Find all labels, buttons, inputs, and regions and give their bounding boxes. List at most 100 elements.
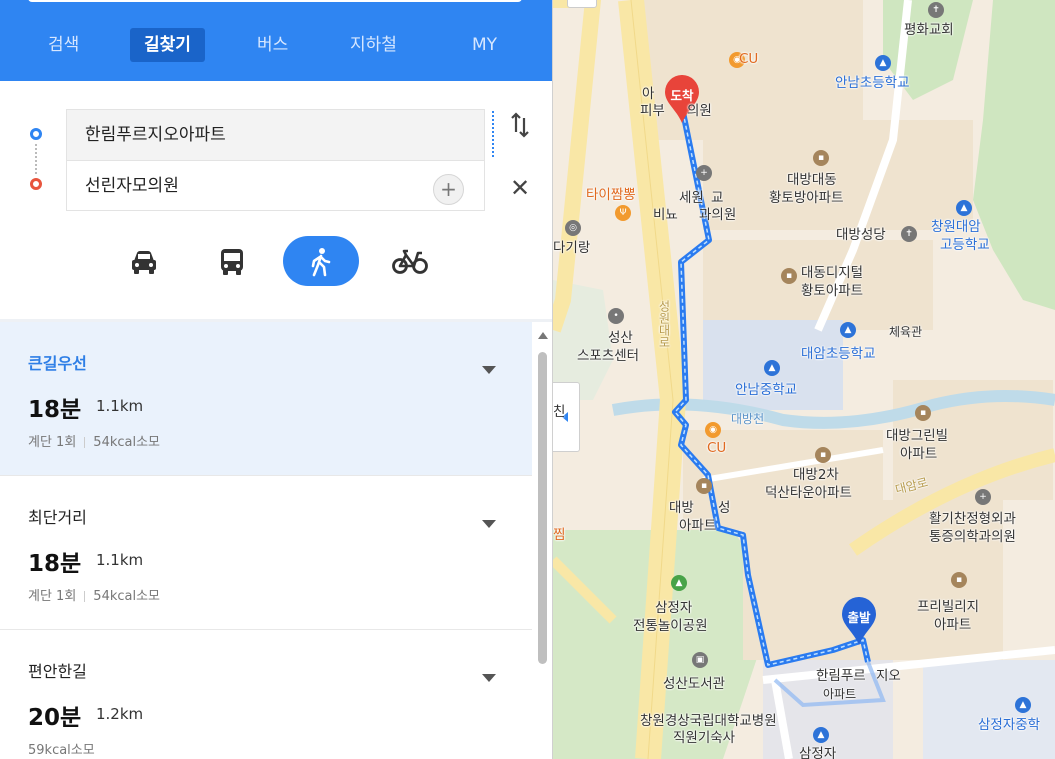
tab-bus[interactable]: 버스 [257,28,288,62]
map-label: 대동디지털 [801,265,864,281]
sports-facility-icon: • [608,308,624,324]
map-label: 활기찬정형외과 [929,511,1016,527]
map-label: 성산도서관 [663,676,726,692]
map-label: 대방천 [731,412,765,426]
car-icon [132,250,156,274]
mode-bus-button[interactable] [206,236,258,286]
route-option-card[interactable]: 큰길우선 18분 1.1km 계단 1회 54kcal소모 [0,322,532,476]
results-scrollbar[interactable] [536,330,548,759]
map-label: 프리빌리지 [917,599,980,615]
map-label: 세원 [679,190,704,206]
route-stairs: 계단 1회 [28,589,77,604]
bus-icon [221,248,243,275]
map-label: 성산 [608,330,633,346]
map-label: 창원경상국립대학교병원 [640,713,777,729]
map-label: 아파트 [823,687,857,701]
bicycle-icon [392,249,428,274]
route-option-title: 최단거리 [28,508,87,527]
route-duration: 20분 [28,705,82,731]
route-meta: 계단 1회 54kcal소모 [28,431,160,450]
map-label: 전통놀이공원 [633,618,708,634]
mode-car-button[interactable] [118,236,170,286]
map-label: 지오 [876,668,901,684]
swap-locations-button[interactable] [500,112,540,152]
meta-separator [84,437,86,448]
route-option-card[interactable]: 편안한길 20분 1.2km 59kcal소모 [0,630,532,759]
tab-my[interactable]: MY [472,28,497,62]
map-label: 평화교회 [904,22,954,38]
tab-subway[interactable]: 지하철 [350,28,397,62]
map-label: 아 [642,86,655,102]
map-base [553,0,1055,759]
map-label: 한림푸르 [816,668,866,684]
map-label: 과의원 [699,207,737,223]
school-icon: ▲ [813,727,829,743]
map-label: 고등학교 [940,237,990,253]
map-label: CU [707,440,727,456]
swap-divider [492,111,494,157]
map-label: 대방 [669,500,694,516]
apartment-icon: ▪ [696,478,712,494]
swap-icon [511,112,529,138]
map-control-stub[interactable] [567,0,597,8]
tab-search[interactable]: 검색 [48,28,79,62]
map-label: 황토아파트 [801,283,864,299]
map-label: 피부 [640,103,665,119]
apartment-icon: ▪ [915,405,931,421]
route-meta: 계단 1회 54kcal소모 [28,585,160,604]
apartment-icon: ▪ [815,447,831,463]
tab-directions[interactable]: 길찾기 [130,28,205,62]
church-icon: ✝ [928,2,944,18]
camera-icon: ◎ [565,220,581,236]
route-distance: 1.2km [96,705,144,723]
map-label: CU [739,51,759,67]
mode-walk-button[interactable] [283,236,359,286]
route-calories: 54kcal소모 [93,435,161,450]
school-icon: ▲ [875,55,891,71]
map-label: 대방그린빌 [886,428,949,444]
chevron-down-icon[interactable] [482,520,496,528]
apartment-icon: ▪ [781,268,797,284]
top-nav-bar: 검색 길찾기 버스 지하철 MY [0,0,552,81]
map-label: 아파트 [900,446,938,462]
map-label: 대방성당 [836,227,886,243]
search-box-edge[interactable] [28,0,522,2]
chevron-down-icon[interactable] [482,674,496,682]
apartment-icon: ▪ [951,572,967,588]
origin-marker[interactable]: 출발 [839,596,879,647]
map-label: 대방대동 [787,172,837,188]
route-stairs: 계단 1회 [28,435,77,450]
route-distance: 1.1km [96,397,144,415]
map-label: 안남중학교 [735,382,798,398]
map-label: 스포츠센터 [577,348,640,364]
map-view[interactable]: 도착 출발 ✝ ◉ ▲ + ▪ Ψ ◎ ✝ ▲ ▪ • ▲ ▲ ◉ ▪ ▪ ▪ … [553,0,1055,759]
map-label: 대암초등학교 [801,346,876,362]
map-label: 직원기숙사 [673,730,736,746]
restaurant-icon: Ψ [615,205,631,221]
map-label: 아파트 [934,617,972,633]
route-option-card[interactable]: 최단거리 18분 1.1km 계단 1회 54kcal소모 [0,476,532,630]
end-point-icon [30,178,42,190]
end-location-input[interactable]: 선린자모의원 [66,160,485,211]
map-label: 찜 [553,527,566,543]
map-label: 창원대암 [931,219,981,235]
map-label: 체육관 [889,325,923,339]
chevron-down-icon[interactable] [482,366,496,374]
start-location-input[interactable]: 한림푸르지오아파트 [66,109,485,160]
scrollbar-thumb[interactable] [538,352,547,664]
school-icon: ▲ [764,360,780,376]
route-duration: 18분 [28,551,82,577]
map-label: 다기랑 [553,240,591,256]
route-meta: 59kcal소모 [28,739,95,758]
park-icon: ▲ [671,575,687,591]
directions-panel: 검색 길찾기 버스 지하철 MY 한림푸르지오아파트 선린자모의원 + ✕ 큰길… [0,0,553,759]
route-option-title: 큰길우선 [28,354,87,373]
scroll-up-arrow-icon[interactable] [538,332,548,339]
clear-route-button[interactable]: ✕ [500,168,540,208]
library-icon: ▣ [692,652,708,668]
school-icon: ▲ [840,322,856,338]
mode-bicycle-button[interactable] [384,236,436,286]
store-icon: ◉ [705,422,721,438]
route-distance: 1.1km [96,551,144,569]
add-waypoint-button[interactable]: + [433,174,464,205]
